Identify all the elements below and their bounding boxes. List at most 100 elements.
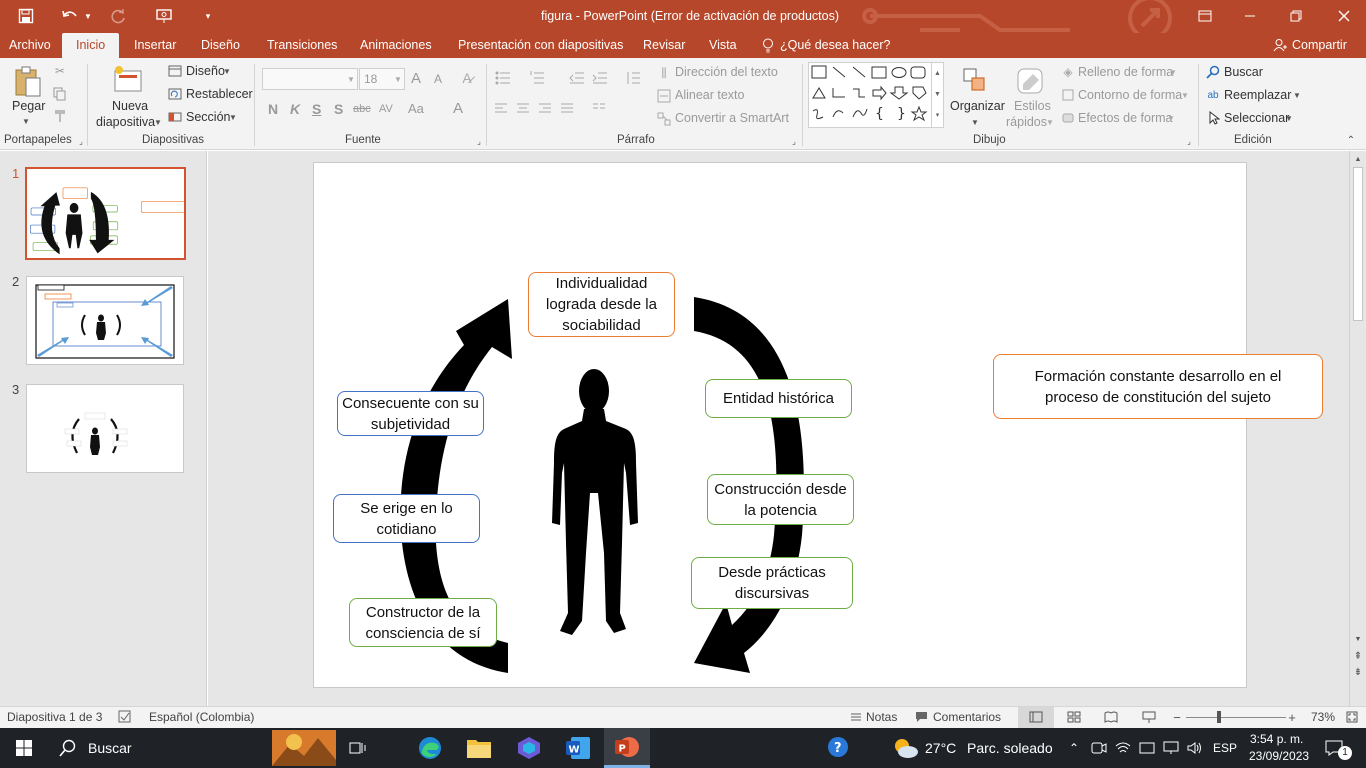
close-icon[interactable]	[1330, 6, 1358, 26]
ribbon-display-icon[interactable]	[1192, 6, 1218, 26]
grow-font-button[interactable]: A	[411, 70, 421, 87]
cut-icon[interactable]: ✂	[52, 63, 68, 79]
taskbar-app[interactable]	[506, 728, 552, 768]
line-spacing-icon[interactable]	[624, 70, 642, 86]
weather-description[interactable]: Parc. soleado	[967, 740, 1053, 756]
weather-temperature[interactable]: 27°C	[925, 740, 956, 756]
quick-styles-icon[interactable]	[1014, 64, 1046, 98]
quick-styles-label-2[interactable]: rápidos	[1006, 115, 1047, 129]
tab-vista[interactable]: Vista	[709, 33, 737, 58]
dialog-launcher-icon[interactable]: ⌟	[789, 136, 799, 146]
shape-outline-button[interactable]: Contorno de forma	[1078, 88, 1182, 102]
columns-icon[interactable]	[590, 102, 608, 116]
chevron-up-icon[interactable]: ⌃	[1066, 738, 1082, 758]
input-language[interactable]: ESP	[1213, 741, 1237, 755]
search-icon[interactable]	[58, 738, 78, 758]
increase-indent-icon[interactable]	[591, 70, 609, 86]
gallery-scroll[interactable]: ▲ ▼ ▾	[931, 63, 943, 127]
font-size-input[interactable]: 18 ▼	[359, 68, 405, 90]
comments-button[interactable]: Comentarios	[933, 710, 1001, 724]
taskbar-powerpoint[interactable]: P	[604, 728, 650, 768]
quick-styles-dropdown-icon[interactable]: ▼	[1045, 116, 1055, 128]
restore-icon[interactable]	[1282, 6, 1310, 26]
slideshow-icon[interactable]	[1141, 710, 1157, 724]
volume-icon[interactable]	[1186, 739, 1204, 757]
taskbar-edge[interactable]	[407, 728, 453, 768]
fit-slide-icon[interactable]	[1345, 710, 1359, 724]
decrease-indent-icon[interactable]	[568, 70, 586, 86]
text-box-left-2[interactable]: Se erige en lo cotidiano	[333, 494, 480, 543]
find-button[interactable]: Buscar	[1224, 65, 1263, 79]
font-name-input[interactable]: ▼	[262, 68, 358, 90]
undo-icon[interactable]	[58, 6, 82, 26]
taskbar-word[interactable]: W	[555, 728, 601, 768]
tab-diseno[interactable]: Diseño	[201, 33, 240, 58]
char-spacing-button[interactable]: AV	[379, 103, 393, 115]
font-size-dropdown-icon[interactable]: ▼	[392, 69, 404, 89]
new-slide-icon[interactable]	[110, 63, 146, 97]
share-button[interactable]: Compartir	[1292, 33, 1347, 58]
shrink-font-button[interactable]: A	[434, 72, 442, 86]
collapse-ribbon-icon[interactable]: ⌃	[1344, 134, 1358, 146]
shape-fill-icon[interactable]: ◈	[1060, 64, 1076, 80]
bullets-icon[interactable]	[494, 70, 512, 86]
zoom-slider[interactable]	[1186, 717, 1286, 718]
tab-presentacion[interactable]: Presentación con diapositivas	[458, 33, 623, 58]
meet-now-icon[interactable]	[1090, 739, 1108, 757]
tab-transiciones[interactable]: Transiciones	[267, 33, 337, 58]
search-icon[interactable]	[1205, 64, 1221, 80]
scroll-thumb[interactable]	[1353, 167, 1363, 321]
shape-outline-icon[interactable]	[1060, 87, 1076, 103]
text-box-left-1[interactable]: Consecuente con su subjetividad	[337, 391, 484, 436]
section-icon[interactable]	[167, 110, 183, 124]
zoom-level[interactable]: 73%	[1311, 710, 1335, 724]
reset-button[interactable]: Restablecer	[186, 87, 253, 101]
spellcheck-icon[interactable]	[117, 709, 133, 725]
shape-fill-button[interactable]: Relleno de forma	[1078, 65, 1173, 79]
select-button[interactable]: Seleccionar	[1224, 111, 1289, 125]
shape-effects-button[interactable]: Efectos de forma	[1078, 111, 1173, 125]
clock-time[interactable]: 3:54 p. m.	[1250, 732, 1303, 746]
font-color-button[interactable]: A	[453, 100, 463, 117]
shapes-gallery[interactable]: { } ▲ ▼ ▾	[808, 62, 944, 128]
vertical-scrollbar[interactable]: ▲ ▼ ⇞ ⇟	[1349, 151, 1366, 706]
arrange-dropdown-icon[interactable]: ▼	[970, 116, 980, 128]
text-box-side-note[interactable]: Formación constante desarrollo en el pro…	[993, 354, 1323, 419]
section-dropdown-icon[interactable]: ▼	[228, 111, 238, 123]
replace-icon[interactable]: ab	[1204, 87, 1222, 103]
zoom-in-icon[interactable]: +	[1286, 710, 1298, 725]
tab-revisar[interactable]: Revisar	[643, 33, 685, 58]
taskbar-search[interactable]: Buscar	[88, 740, 132, 756]
zoom-slider-thumb[interactable]	[1217, 711, 1221, 723]
align-center-icon[interactable]	[514, 102, 532, 116]
format-painter-icon[interactable]	[52, 108, 68, 124]
language-status[interactable]: Español (Colombia)	[149, 710, 254, 724]
slide-thumbnail-1[interactable]	[25, 167, 198, 260]
shape-outline-dropdown-icon[interactable]: ▼	[1180, 89, 1190, 101]
taskbar-explorer[interactable]	[456, 728, 502, 768]
next-slide-icon[interactable]: ⇟	[1352, 665, 1364, 679]
tell-me-input[interactable]: ¿Qué desea hacer?	[780, 33, 891, 58]
copy-icon[interactable]	[52, 86, 68, 102]
new-slide-dropdown-icon[interactable]: ▼	[153, 116, 163, 128]
reading-view-icon[interactable]	[1103, 710, 1119, 724]
text-box-right-3[interactable]: Desde prácticas discursivas	[691, 557, 853, 609]
select-dropdown-icon[interactable]: ▼	[1284, 112, 1294, 124]
text-box-right-1[interactable]: Entidad histórica	[705, 379, 852, 418]
change-case-button[interactable]: Aa	[408, 101, 424, 116]
present-icon[interactable]	[150, 6, 178, 26]
smartart-icon[interactable]	[656, 111, 672, 127]
arrange-icon[interactable]	[960, 64, 990, 98]
slide-canvas[interactable]: Individualidad lograda desde la sociabil…	[313, 162, 1323, 688]
windows-start-icon[interactable]	[0, 728, 48, 768]
quick-styles-label-1[interactable]: Estilos	[1014, 99, 1051, 113]
display-icon[interactable]	[1138, 739, 1156, 757]
justify-icon[interactable]	[558, 102, 576, 116]
dialog-launcher-icon[interactable]: ⌟	[1184, 136, 1194, 146]
notes-icon[interactable]	[849, 710, 863, 724]
numbering-icon[interactable]	[528, 70, 546, 86]
replace-button[interactable]: Reemplazar	[1224, 88, 1291, 102]
text-box-left-3[interactable]: Constructor de la consciencia de sí	[349, 598, 497, 647]
text-direction-icon[interactable]: ⫼	[656, 65, 672, 81]
dialog-launcher-icon[interactable]: ⌟	[76, 136, 86, 146]
